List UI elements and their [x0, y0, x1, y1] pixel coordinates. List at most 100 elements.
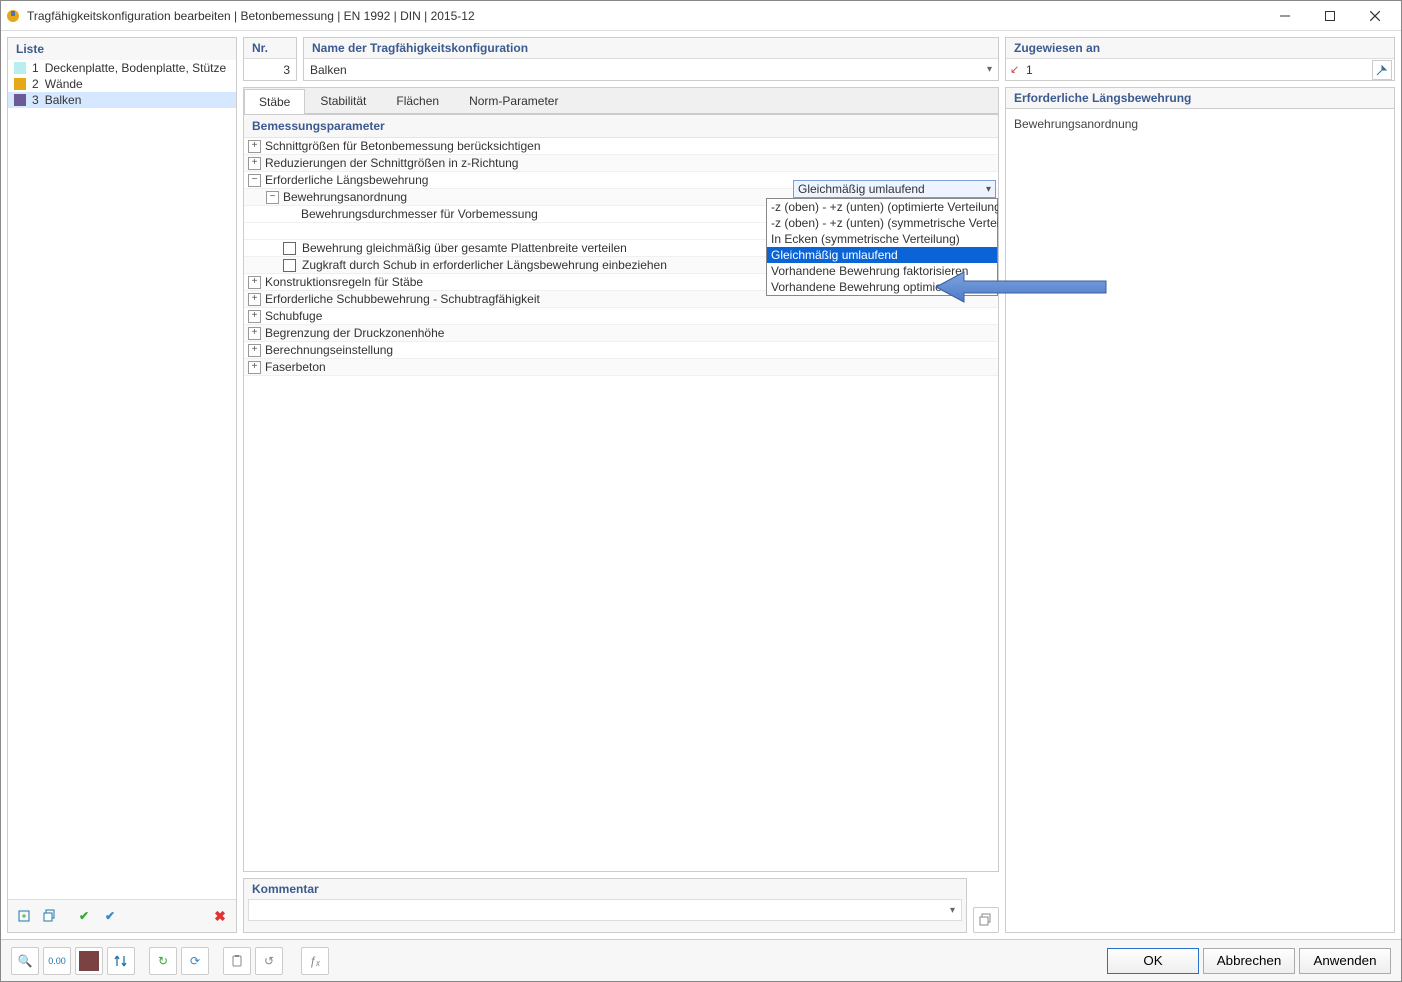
list-item-swatch	[14, 62, 26, 74]
list-item-swatch	[14, 94, 26, 106]
delete-button[interactable]: ✖	[208, 904, 232, 928]
list-item[interactable]: 3 Balken	[8, 92, 236, 108]
arrangement-combo[interactable]: Gleichmäßig umlaufend ▾	[793, 180, 996, 198]
titlebar: Tragfähigkeitskonfiguration bearbeiten |…	[1, 1, 1401, 31]
expand-icon[interactable]: +	[248, 140, 261, 153]
expand-icon[interactable]: +	[248, 157, 261, 170]
tree-row-label: Begrenzung der Druckzonenhöhe	[265, 326, 996, 340]
calc-blue-button[interactable]: ⟳	[181, 947, 209, 975]
bottom-toolbar: 🔍 0.00 ↻ ⟳ ↺ ƒₓ OK Abbrechen Anwenden	[1, 939, 1401, 981]
expand-icon[interactable]: +	[248, 276, 261, 289]
name-select[interactable]: Balken ▾	[304, 58, 998, 80]
clipboard-button[interactable]	[223, 947, 251, 975]
chevron-down-icon: ▾	[950, 905, 955, 916]
name-value: Balken	[310, 63, 987, 77]
tree-row-label: Reduzierungen der Schnittgrößen in z-Ric…	[265, 156, 996, 170]
detail-header: Erforderliche Längsbewehrung	[1006, 88, 1394, 108]
expand-icon[interactable]: +	[248, 293, 261, 306]
annotation-arrow	[936, 267, 1116, 307]
list-item-num: 3	[32, 93, 39, 107]
comment-label: Kommentar	[244, 879, 966, 899]
name-label: Name der Tragfähigkeitskonfiguration	[304, 38, 998, 58]
main-box: StäbeStabilitätFlächenNorm-Parameter Bem…	[243, 87, 999, 872]
tree-row-label: Schubfuge	[265, 309, 996, 323]
detail-body: Bewehrungsanordnung	[1006, 108, 1394, 932]
assigned-value: 1	[1026, 63, 1372, 77]
assigned-box: Zugewiesen an ↙ 1	[1005, 37, 1395, 81]
maximize-button[interactable]	[1307, 2, 1352, 30]
tree-row-label: Faserbeton	[265, 360, 996, 374]
tree-row-label: Berechnungseinstellung	[265, 343, 996, 357]
arrangement-combo-value: Gleichmäßig umlaufend	[798, 182, 986, 196]
expand-icon[interactable]: +	[248, 361, 261, 374]
expand-icon[interactable]: +	[248, 310, 261, 323]
assigned-input[interactable]: ↙ 1	[1006, 58, 1394, 80]
search-button[interactable]: 🔍	[11, 947, 39, 975]
tree-row-label: Schnittgrößen für Betonbemessung berücks…	[265, 139, 996, 153]
expand-icon[interactable]: −	[266, 191, 279, 204]
fx-button[interactable]: ƒₓ	[301, 947, 329, 975]
apply-button[interactable]: Anwenden	[1299, 948, 1391, 974]
dropdown-item[interactable]: -z (oben) - +z (unten) (optimierte Verte…	[767, 199, 997, 215]
tab-flächen[interactable]: Flächen	[381, 88, 454, 113]
dropdown-item[interactable]: In Ecken (symmetrische Verteilung)	[767, 231, 997, 247]
nr-value: 3	[244, 58, 296, 80]
tree-row[interactable]: + Faserbeton	[244, 359, 998, 376]
tree-row[interactable]: + Begrenzung der Druckzonenhöhe	[244, 325, 998, 342]
config-list: 1 Deckenplatte, Bodenplatte, Stütze 2 Wä…	[8, 60, 236, 899]
check-all-button[interactable]: ✔	[72, 904, 96, 928]
tab-norm-parameter[interactable]: Norm-Parameter	[454, 88, 573, 113]
tree-row[interactable]: + Schubfuge	[244, 308, 998, 325]
assigned-label: Zugewiesen an	[1006, 38, 1394, 58]
tree-order-button[interactable]	[107, 947, 135, 975]
expand-icon[interactable]: +	[248, 327, 261, 340]
cancel-button[interactable]: Abbrechen	[1203, 948, 1295, 974]
param-area: Bemessungsparameter + Schnittgrößen für B…	[244, 114, 998, 871]
tabs: StäbeStabilitätFlächenNorm-Parameter	[244, 88, 998, 114]
dropdown-item[interactable]: -z (oben) - +z (unten) (symmetrische Ver…	[767, 215, 997, 231]
undo-button[interactable]: ↺	[255, 947, 283, 975]
app-icon	[5, 8, 21, 24]
units-button[interactable]: 0.00	[43, 947, 71, 975]
minimize-button[interactable]	[1262, 2, 1307, 30]
dropdown-item[interactable]: Gleichmäßig umlaufend	[767, 247, 997, 263]
ok-button[interactable]: OK	[1107, 948, 1199, 974]
list-item[interactable]: 1 Deckenplatte, Bodenplatte, Stütze	[8, 60, 236, 76]
chevron-down-icon: ▾	[986, 184, 991, 195]
list-header: Liste	[8, 38, 236, 60]
duplicate-button[interactable]	[38, 904, 62, 928]
check-none-button[interactable]: ✔	[98, 904, 122, 928]
list-item-label: Deckenplatte, Bodenplatte, Stütze	[45, 61, 226, 75]
calc-green-button[interactable]: ↻	[149, 947, 177, 975]
nr-box: Nr. 3	[243, 37, 297, 81]
color-button[interactable]	[75, 947, 103, 975]
name-box: Name der Tragfähigkeitskonfiguration Bal…	[303, 37, 999, 81]
tab-stabilität[interactable]: Stabilität	[305, 88, 381, 113]
nr-label: Nr.	[244, 38, 296, 58]
checkbox[interactable]	[283, 242, 296, 255]
tree-row[interactable]: + Berechnungseinstellung	[244, 342, 998, 359]
tree-row[interactable]: + Schnittgrößen für Betonbemessung berück…	[244, 138, 998, 155]
chevron-down-icon: ▾	[987, 64, 992, 75]
tree-row[interactable]: + Reduzierungen der Schnittgrößen in z-Ri…	[244, 155, 998, 172]
param-header: Bemessungsparameter	[244, 115, 998, 138]
list-panel: Liste 1 Deckenplatte, Bodenplatte, Stütz…	[7, 37, 237, 933]
member-icon: ↙	[1010, 63, 1024, 76]
list-item-label: Wände	[45, 77, 83, 91]
comment-select[interactable]: ▾	[248, 899, 962, 921]
list-item-label: Balken	[45, 93, 82, 107]
new-button[interactable]	[12, 904, 36, 928]
detail-box: Erforderliche Längsbewehrung Bewehrungsa…	[1005, 87, 1395, 933]
list-item[interactable]: 2 Wände	[8, 76, 236, 92]
checkbox[interactable]	[283, 259, 296, 272]
comment-apply-button[interactable]	[973, 907, 999, 933]
expand-icon[interactable]: −	[248, 174, 261, 187]
tab-stäbe[interactable]: Stäbe	[244, 89, 305, 114]
list-item-num: 1	[32, 61, 39, 75]
close-button[interactable]	[1352, 2, 1397, 30]
list-item-swatch	[14, 78, 26, 90]
expand-icon[interactable]: +	[248, 344, 261, 357]
pick-in-model-button[interactable]	[1372, 60, 1392, 80]
list-item-num: 2	[32, 77, 39, 91]
comment-box: Kommentar ▾	[243, 878, 967, 933]
